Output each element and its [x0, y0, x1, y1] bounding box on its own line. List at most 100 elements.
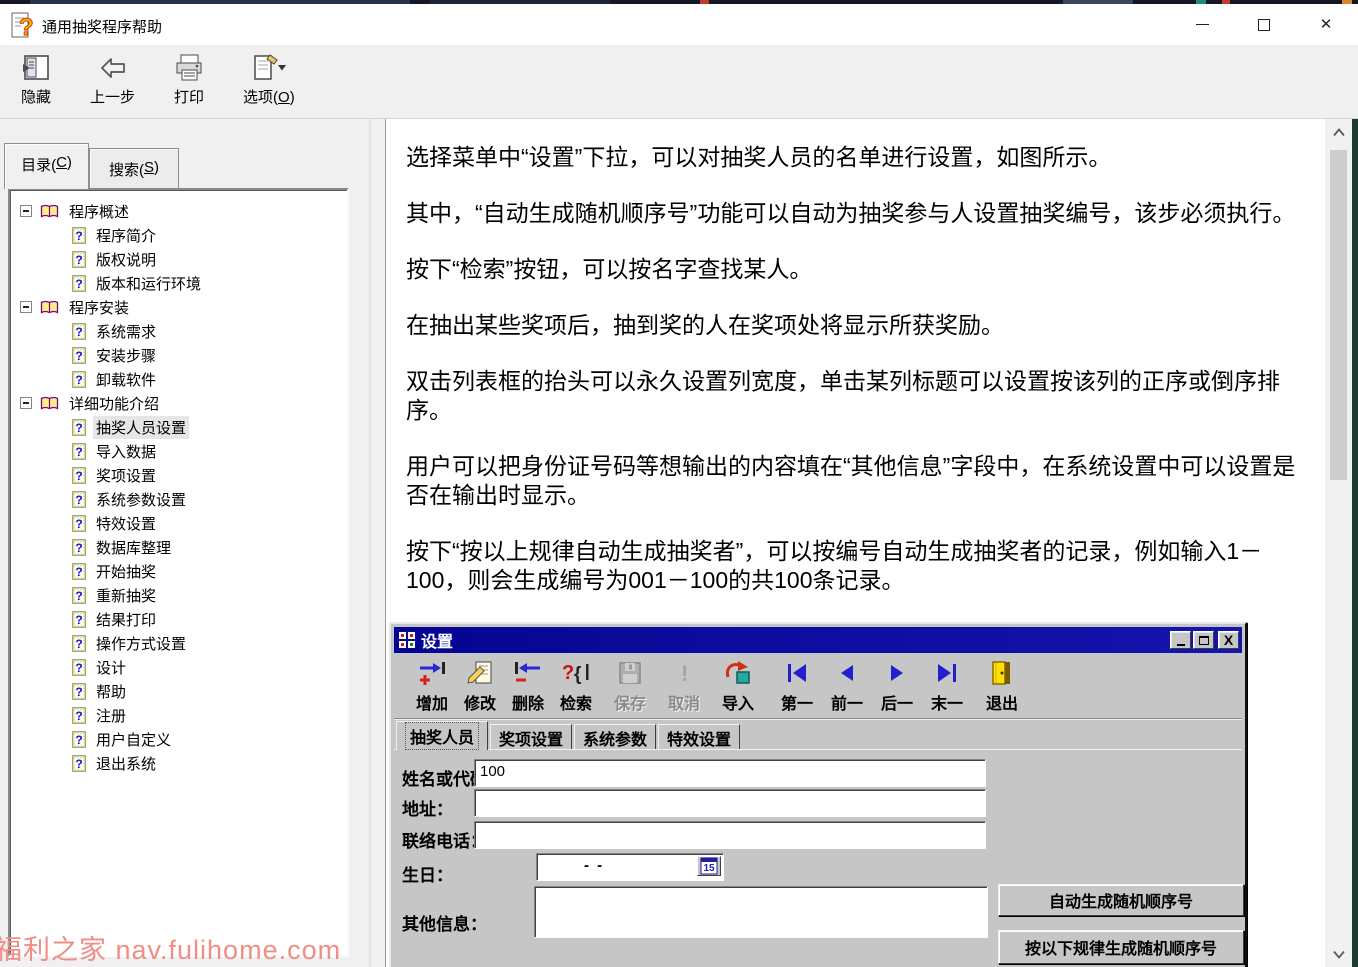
minimize-button[interactable]: [1176, 4, 1228, 45]
tree-item[interactable]: ?程序简介: [10, 223, 347, 247]
tree-item[interactable]: ?奖项设置: [10, 463, 347, 487]
help-page-icon: ?: [72, 275, 86, 292]
tree-item[interactable]: ?特效设置: [10, 511, 347, 535]
tree-item-label: 重新抽奖: [93, 584, 159, 607]
tree-item-label: 注册: [93, 704, 129, 727]
dialog-toolbar-edit: 修改: [456, 658, 504, 716]
tree-collapse-icon[interactable]: [20, 301, 32, 313]
tree-collapse-icon[interactable]: [20, 205, 32, 217]
toolbar-button-hide[interactable]: 隐藏: [14, 49, 58, 113]
dialog-toolbar-next: 后一: [872, 658, 922, 716]
tree-item-label: 退出系统: [93, 752, 159, 775]
svg-text:?: ?: [75, 325, 82, 339]
svg-text:?: ?: [75, 253, 82, 267]
svg-text:?: ?: [75, 373, 82, 387]
close-button[interactable]: ✕: [1300, 4, 1352, 45]
svg-text:?: ?: [75, 589, 82, 603]
sidebar-tab-search[interactable]: 搜索(S): [89, 148, 179, 189]
help-page-icon: ?: [72, 635, 86, 652]
tree-group-label: 程序概述: [66, 200, 132, 223]
dialog-tab: 抽奖人员: [396, 721, 488, 750]
tree-group-item[interactable]: 详细功能介绍: [10, 391, 347, 415]
tree-item[interactable]: ?退出系统: [10, 751, 347, 775]
tree-item[interactable]: ?导入数据: [10, 439, 347, 463]
screenshot-dialog-body: 自动生成随机顺序号 按以下规律生成随机顺序号 从 1 ▲ ▼ 到 100 ▲ ▼: [394, 749, 1242, 967]
dialog-toolbar-import: 导入: [714, 658, 762, 716]
tree-item[interactable]: ?版权说明: [10, 247, 347, 271]
tree-item[interactable]: ?版本和运行环境: [10, 271, 347, 295]
scroll-up-icon[interactable]: [1325, 121, 1352, 143]
tree-item[interactable]: ? 卸载软件: [10, 367, 347, 391]
tree-item[interactable]: ?结果打印: [10, 607, 347, 631]
help-page-icon: ?: [72, 419, 86, 436]
toolbar-button-label: 上一步: [90, 86, 135, 107]
svg-text:?: ?: [75, 637, 82, 651]
tree-item[interactable]: ?系统参数设置: [10, 487, 347, 511]
tree-item[interactable]: ?数据库整理: [10, 535, 347, 559]
embedded-screenshot-settings-dialog: 设置 X 增加修改删除?{检索保存!取消导入第一前一后一末一退出 抽奖人员奖项设…: [389, 622, 1247, 967]
screenshot-dialog-title: 设置: [421, 628, 1168, 652]
dialog-toolbar-label: 导入: [722, 690, 754, 714]
back-icon: [97, 51, 129, 85]
form-label: 其他信息：: [402, 910, 487, 935]
scrollbar-thumb[interactable]: [1330, 150, 1347, 480]
help-page-icon: ?: [72, 371, 86, 388]
tree-group-item[interactable]: 程序安装: [10, 295, 347, 319]
window-title: 通用抽奖程序帮助: [42, 16, 162, 37]
dialog-toolbar-label: 取消: [668, 690, 700, 714]
svg-text:?: ?: [75, 469, 82, 483]
tree-item[interactable]: ?注册: [10, 703, 347, 727]
tree-item-label: 帮助: [93, 680, 129, 703]
tree-item-label: 系统需求: [93, 320, 159, 343]
tree-item[interactable]: ?操作方式设置: [10, 631, 347, 655]
help-paragraph: 选择菜单中“设置”下拉，可以对抽奖人员的名单进行设置，如图所示。: [406, 143, 1297, 172]
sidebar-tab-contents[interactable]: 目录(C): [4, 143, 89, 189]
watermark: 福利之家 nav.fulihome.com: [0, 928, 341, 967]
next-icon: [884, 658, 910, 688]
help-paragraph: 双击列表框的抬头可以永久设置列宽度，单击某列标题可以设置按该列的正序或倒序排序。: [406, 367, 1297, 425]
svg-text:?: ?: [75, 733, 82, 747]
help-paragraph: 按下“按以上规律自动生成抽奖者”，可以按编号自动生成抽奖者的记录，例如输入1－1…: [406, 537, 1297, 595]
content-scrollbar[interactable]: [1325, 119, 1352, 967]
tree-item-label: 安装步骤: [93, 344, 159, 367]
tree-group-item[interactable]: 程序概述: [10, 199, 347, 223]
svg-text:?: ?: [562, 662, 574, 684]
svg-text:{: {: [574, 664, 581, 685]
scroll-down-icon[interactable]: [1325, 943, 1352, 965]
tree-item[interactable]: ?用户自定义: [10, 727, 347, 751]
toolbar-button-label: 隐藏: [21, 86, 51, 107]
tree-item[interactable]: ? 安装步骤: [10, 343, 347, 367]
dialog-toolbar-last: 末一: [922, 658, 972, 716]
help-paragraph: 在抽出某些奖项后，抽到奖的人在奖项处将显示所获奖励。: [406, 311, 1297, 340]
help-page-icon: ?: [72, 587, 86, 604]
tree-item[interactable]: ? 系统需求: [10, 319, 347, 343]
tree-item[interactable]: ? 重新抽奖: [10, 583, 347, 607]
tree-group-label: 程序安装: [66, 296, 132, 319]
toolbar-button-print[interactable]: 打印: [167, 49, 211, 113]
dialog-toolbar-label: 删除: [512, 690, 544, 714]
help-page-icon: ?: [72, 515, 86, 532]
toolbar-button-label: 选项(O): [243, 86, 295, 107]
tree-item[interactable]: ?开始抽奖: [10, 559, 347, 583]
tree-item-label: 卸载软件: [93, 368, 159, 391]
help-page-icon: ?: [72, 491, 86, 508]
help-page-icon: ?: [72, 347, 86, 364]
dialog-toolbar-label: 第一: [781, 690, 813, 714]
screenshot-dialog-tabs: 抽奖人员奖项设置系统参数特效设置: [394, 721, 1242, 750]
tree-collapse-icon[interactable]: [20, 397, 32, 409]
help-app-icon: ?: [10, 10, 36, 40]
tree-item[interactable]: ?帮助: [10, 679, 347, 703]
help-page-icon: ?: [72, 659, 86, 676]
pane-splitter[interactable]: [369, 119, 371, 967]
first-icon: [784, 658, 810, 688]
svg-text:?: ?: [75, 541, 82, 555]
tree-item[interactable]: ?抽奖人员设置: [10, 415, 347, 439]
screenshot-minimize-icon: [1170, 631, 1191, 649]
dialog-toolbar-prev: 前一: [822, 658, 872, 716]
toolbar-button-back[interactable]: 上一步: [84, 49, 141, 113]
maximize-button[interactable]: [1238, 4, 1290, 45]
title-bar: ? 通用抽奖程序帮助 ✕: [0, 4, 1358, 45]
toolbar-button-options[interactable]: 选项(O): [237, 49, 301, 113]
svg-text:?: ?: [75, 349, 82, 363]
tree-item[interactable]: ?设计: [10, 655, 347, 679]
